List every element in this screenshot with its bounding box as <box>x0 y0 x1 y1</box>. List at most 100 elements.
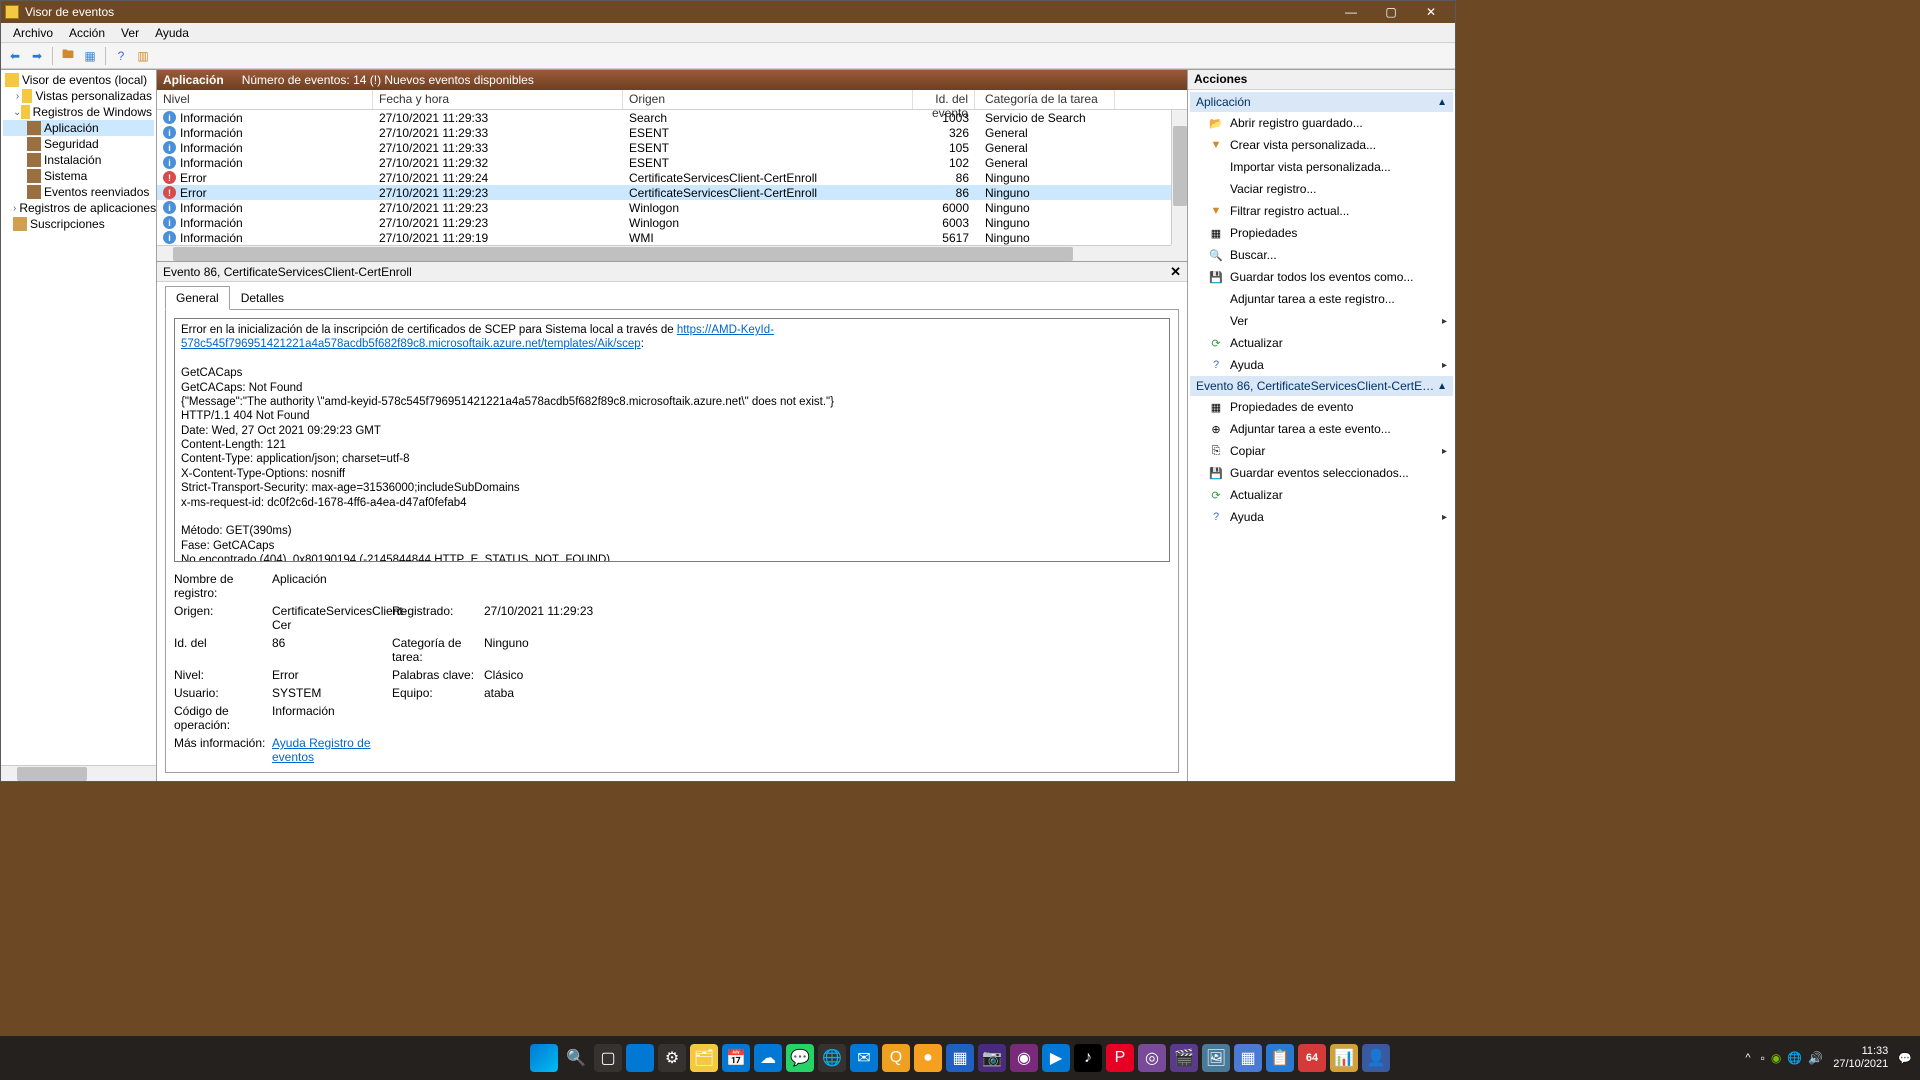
start-button[interactable] <box>530 1044 558 1072</box>
table-row[interactable]: iInformación27/10/2021 11:29:33ESENT326G… <box>157 125 1187 140</box>
taskbar-app-clipchamp[interactable]: 🎬 <box>1170 1044 1198 1072</box>
tree-windows-logs[interactable]: ⌄Registros de Windows <box>3 104 154 120</box>
action-help[interactable]: ?Ayuda▸ <box>1190 354 1453 376</box>
menu-ver[interactable]: Ver <box>113 24 147 42</box>
col-event-id[interactable]: Id. del evento <box>913 90 975 109</box>
menu-archivo[interactable]: Archivo <box>5 24 61 42</box>
table-row[interactable]: iInformación27/10/2021 11:29:23Winlogon6… <box>157 200 1187 215</box>
tree-application[interactable]: Aplicación <box>3 120 154 136</box>
back-button[interactable]: ⬅ <box>5 46 25 66</box>
col-category[interactable]: Categoría de la tarea <box>975 90 1115 109</box>
taskbar-app-6[interactable]: ◉ <box>1010 1044 1038 1072</box>
action-refresh2[interactable]: ⟳Actualizar <box>1190 484 1453 506</box>
col-level[interactable]: Nivel <box>157 90 373 109</box>
taskbar-app-10[interactable]: 📊 <box>1330 1044 1358 1072</box>
table-row[interactable]: iInformación27/10/2021 11:29:33ESENT105G… <box>157 140 1187 155</box>
taskbar-app-11[interactable]: 👤 <box>1362 1044 1390 1072</box>
tray-show-hidden-icon[interactable]: ^ <box>1745 1052 1750 1064</box>
action-event-props[interactable]: ▦Propiedades de evento <box>1190 396 1453 418</box>
taskbar-app-2[interactable]: Q <box>882 1044 910 1072</box>
taskbar-app-3[interactable]: ● <box>914 1044 942 1072</box>
actions-section-event[interactable]: Evento 86, CertificateServicesClient-Cer… <box>1190 376 1453 396</box>
notifications-button[interactable]: 💬 <box>1898 1052 1912 1065</box>
tree-root[interactable]: Visor de eventos (local) <box>3 72 154 88</box>
close-button[interactable]: ✕ <box>1411 1 1451 23</box>
forward-button[interactable]: ➡ <box>27 46 47 66</box>
action-refresh[interactable]: ⟳Actualizar <box>1190 332 1453 354</box>
tray-network-icon[interactable]: 🌐 <box>1787 1051 1802 1065</box>
action-save-all[interactable]: 💾Guardar todos los eventos como... <box>1190 266 1453 288</box>
minimize-button[interactable]: — <box>1331 1 1371 23</box>
taskbar-app-explorer[interactable]: 🗂 <box>690 1044 718 1072</box>
action-import-custom[interactable]: Importar vista personalizada... <box>1190 156 1453 178</box>
taskbar-app-photos[interactable]: 🖼 <box>1202 1044 1230 1072</box>
tree-custom-views[interactable]: ›Vistas personalizadas <box>3 88 154 104</box>
taskbar-app-onedrive[interactable]: ☁ <box>754 1044 782 1072</box>
menu-accion[interactable]: Acción <box>61 24 113 42</box>
action-filter-log[interactable]: ▼Filtrar registro actual... <box>1190 200 1453 222</box>
task-view-button[interactable]: ▢ <box>594 1044 622 1072</box>
list-horizontal-scrollbar[interactable] <box>157 245 1171 261</box>
menu-ayuda[interactable]: Ayuda <box>147 24 197 42</box>
taskbar-app-settings[interactable]: ⚙ <box>658 1044 686 1072</box>
search-button[interactable]: 🔍 <box>562 1044 590 1072</box>
tree-forwarded[interactable]: Eventos reenviados <box>3 184 154 200</box>
taskbar-app-pinterest[interactable]: P <box>1106 1044 1134 1072</box>
tree-security[interactable]: Seguridad <box>3 136 154 152</box>
toolbar-btn-2[interactable]: ▦ <box>80 46 100 66</box>
taskbar-app-calendar[interactable]: 📅 <box>722 1044 750 1072</box>
action-clear-log[interactable]: Vaciar registro... <box>1190 178 1453 200</box>
taskbar-app-1[interactable] <box>626 1044 654 1072</box>
taskbar-app-7[interactable]: ◎ <box>1138 1044 1166 1072</box>
taskbar-app-4[interactable]: ▦ <box>946 1044 974 1072</box>
taskbar-app-9[interactable]: 📋 <box>1266 1044 1294 1072</box>
table-row[interactable]: !Error27/10/2021 11:29:24CertificateServ… <box>157 170 1187 185</box>
tray-volume-icon[interactable]: 🔊 <box>1808 1051 1823 1065</box>
col-source[interactable]: Origen <box>623 90 913 109</box>
taskbar-app-chrome[interactable]: 🌐 <box>818 1044 846 1072</box>
tray-icon[interactable]: ▫ <box>1761 1051 1765 1065</box>
maximize-button[interactable]: ▢ <box>1371 1 1411 23</box>
action-open-saved[interactable]: 📂Abrir registro guardado... <box>1190 112 1453 134</box>
taskbar-app-8[interactable]: ▦ <box>1234 1044 1262 1072</box>
tree-subscriptions[interactable]: Suscripciones <box>3 216 154 232</box>
list-vertical-scrollbar[interactable] <box>1171 110 1187 245</box>
more-info-link[interactable]: Ayuda Registro de eventos <box>272 736 371 764</box>
taskbar-app-mail[interactable]: ✉ <box>850 1044 878 1072</box>
taskbar-app-aida64[interactable]: 64 <box>1298 1044 1326 1072</box>
tab-general[interactable]: General <box>165 286 230 310</box>
action-view[interactable]: Ver▸ <box>1190 310 1453 332</box>
tree-app-services[interactable]: ›Registros de aplicaciones y s <box>3 200 154 216</box>
action-create-custom[interactable]: ▼Crear vista personalizada... <box>1190 134 1453 156</box>
col-datetime[interactable]: Fecha y hora <box>373 90 623 109</box>
tree-horizontal-scrollbar[interactable] <box>1 765 156 781</box>
tree-system[interactable]: Sistema <box>3 168 154 184</box>
show-hide-tree-button[interactable]: 🖿 <box>58 46 78 66</box>
tray-nvidia-icon[interactable]: ◉ <box>1771 1051 1781 1065</box>
action-attach-task-event[interactable]: ⊕Adjuntar tarea a este evento... <box>1190 418 1453 440</box>
actions-section-application[interactable]: Aplicación▲ <box>1190 92 1453 112</box>
action-copy[interactable]: ⎘Copiar▸ <box>1190 440 1453 462</box>
table-row[interactable]: iInformación27/10/2021 11:29:33Search100… <box>157 110 1187 125</box>
toolbar-btn-3[interactable]: ▥ <box>133 46 153 66</box>
detail-close-button[interactable]: ✕ <box>1170 264 1181 280</box>
titlebar[interactable]: Visor de eventos — ▢ ✕ <box>1 1 1455 23</box>
tab-details[interactable]: Detalles <box>230 286 295 310</box>
table-row[interactable]: !Error27/10/2021 11:29:23CertificateServ… <box>157 185 1187 200</box>
tree-installation[interactable]: Instalación <box>3 152 154 168</box>
help-button[interactable]: ? <box>111 46 131 66</box>
action-save-selected[interactable]: 💾Guardar eventos seleccionados... <box>1190 462 1453 484</box>
action-find[interactable]: 🔍Buscar... <box>1190 244 1453 266</box>
action-help2[interactable]: ?Ayuda▸ <box>1190 506 1453 528</box>
taskbar-app-tiktok[interactable]: ♪ <box>1074 1044 1102 1072</box>
table-row[interactable]: iInformación27/10/2021 11:29:32ESENT102G… <box>157 155 1187 170</box>
action-properties[interactable]: ▦Propiedades <box>1190 222 1453 244</box>
clock[interactable]: 11:33 27/10/2021 <box>1833 1045 1888 1071</box>
action-attach-task[interactable]: Adjuntar tarea a este registro... <box>1190 288 1453 310</box>
taskbar-app-whatsapp[interactable]: 💬 <box>786 1044 814 1072</box>
taskbar-app-5[interactable]: 📷 <box>978 1044 1006 1072</box>
taskbar-app-movies[interactable]: ▶ <box>1042 1044 1070 1072</box>
table-row[interactable]: iInformación27/10/2021 11:29:19WMI5617Ni… <box>157 230 1187 245</box>
table-row[interactable]: iInformación27/10/2021 11:29:23Winlogon6… <box>157 215 1187 230</box>
error-message-box[interactable]: Error en la inicialización de la inscrip… <box>174 318 1170 562</box>
